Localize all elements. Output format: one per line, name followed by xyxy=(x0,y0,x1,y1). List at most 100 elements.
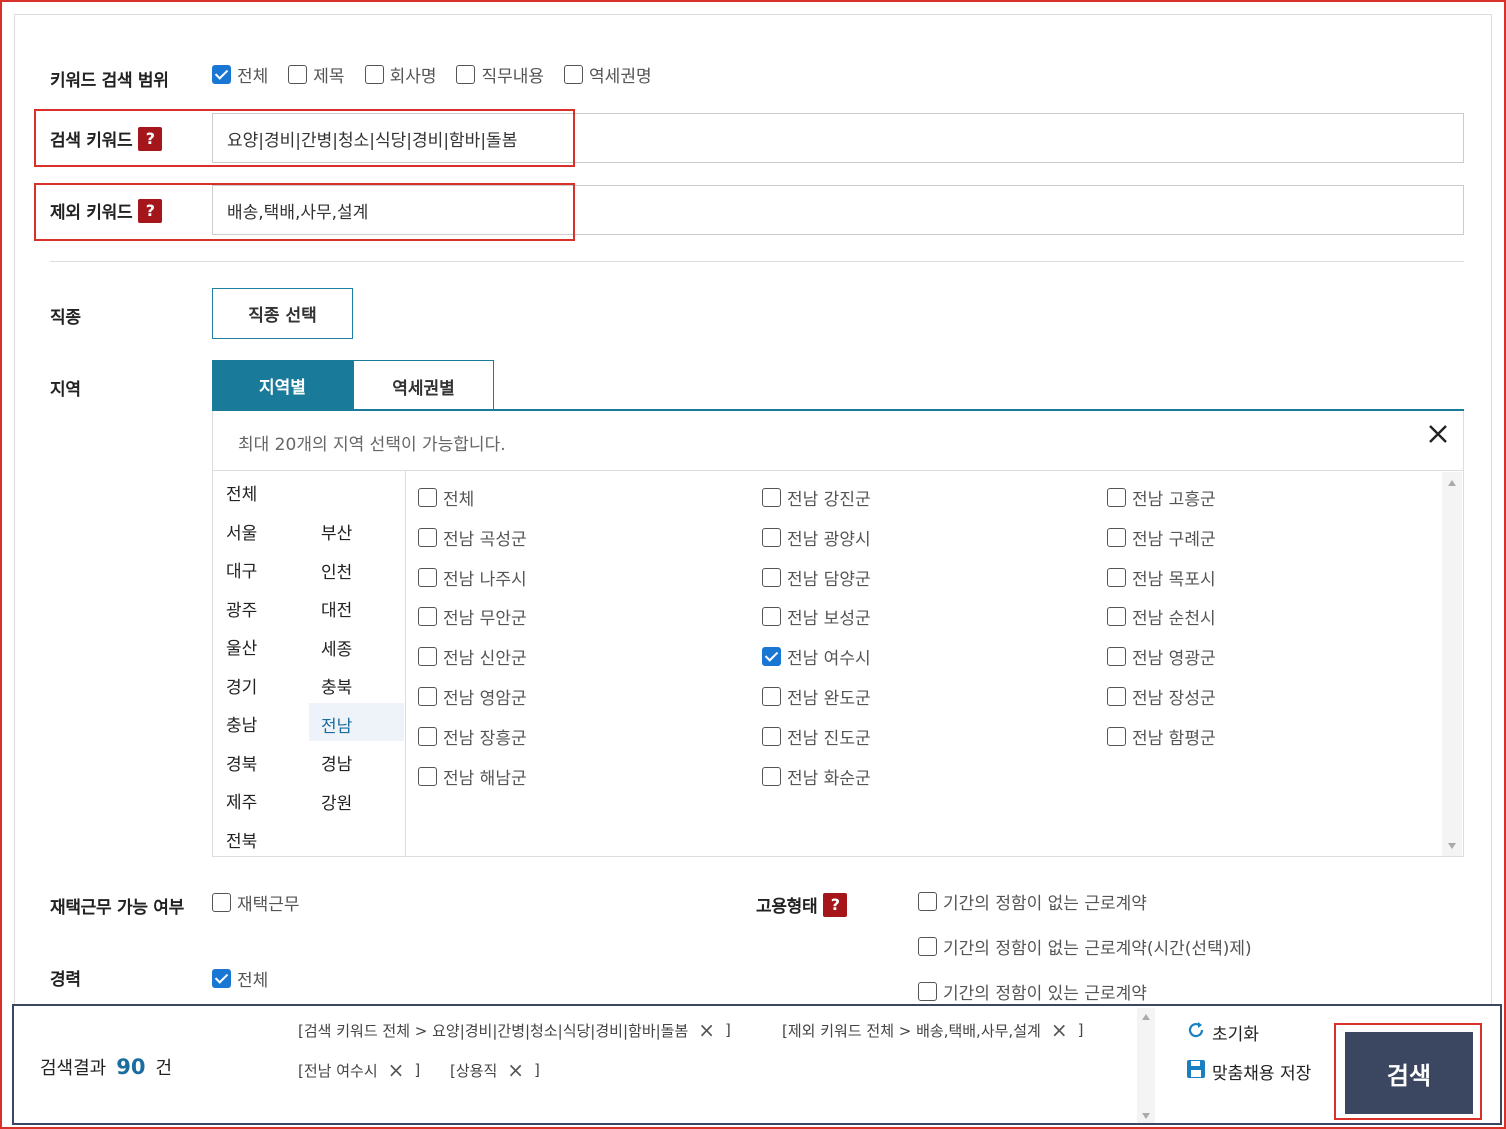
district-option[interactable]: 전남 곡성군 xyxy=(418,525,527,550)
scrollbar[interactable] xyxy=(1442,472,1462,856)
tab-station[interactable]: 역세권별 xyxy=(353,360,494,411)
checkbox[interactable] xyxy=(418,766,437,786)
province-item[interactable]: 강원 xyxy=(321,789,352,814)
help-icon[interactable]: ? xyxy=(823,892,848,917)
checkbox[interactable] xyxy=(418,726,437,746)
checkbox[interactable] xyxy=(762,527,781,547)
remote-option[interactable]: 재택근무 xyxy=(212,890,300,915)
province-item[interactable]: 경기 xyxy=(226,673,257,698)
scroll-down-icon[interactable] xyxy=(1448,843,1456,849)
checkbox[interactable] xyxy=(918,937,937,956)
checkbox[interactable] xyxy=(418,567,437,587)
district-option[interactable]: 전남 완도군 xyxy=(762,684,871,709)
province-item[interactable]: 충남 xyxy=(226,711,257,736)
scope-option-all[interactable]: 전체 xyxy=(212,62,268,87)
reset-button[interactable]: 초기화 xyxy=(1186,1020,1259,1045)
checkbox[interactable] xyxy=(418,488,437,507)
district-option[interactable]: 전남 영광군 xyxy=(1107,644,1216,669)
checkbox[interactable] xyxy=(1107,687,1126,706)
checkbox[interactable] xyxy=(762,607,781,627)
checkbox[interactable] xyxy=(288,65,308,84)
scroll-up-icon[interactable] xyxy=(1142,1014,1150,1020)
district-option[interactable]: 전남 보성군 xyxy=(762,604,871,629)
district-option[interactable]: 전남 진도군 xyxy=(762,724,871,749)
province-item[interactable]: 서울 xyxy=(226,519,257,544)
district-option[interactable]: 전체 xyxy=(418,485,474,510)
district-option[interactable]: 전남 나주시 xyxy=(418,565,527,590)
checkbox[interactable] xyxy=(212,65,231,84)
career-option-all[interactable]: 전체 xyxy=(212,966,268,991)
district-option[interactable]: 전남 함평군 xyxy=(1107,724,1216,749)
province-item[interactable]: 대전 xyxy=(321,596,352,621)
district-option[interactable]: 전남 장흥군 xyxy=(418,724,527,749)
province-item[interactable]: 대구 xyxy=(226,557,257,582)
district-option[interactable]: 전남 무안군 xyxy=(418,604,527,629)
scope-option-title[interactable]: 제목 xyxy=(288,62,345,87)
checkbox[interactable] xyxy=(918,892,937,911)
district-option[interactable]: 전남 화순군 xyxy=(762,764,871,789)
close-icon[interactable]: × xyxy=(388,1058,405,1082)
province-item[interactable]: 제주 xyxy=(226,788,257,813)
checkbox[interactable] xyxy=(212,893,231,912)
district-option[interactable]: 전남 구례군 xyxy=(1107,525,1216,550)
employment-option-indefinite[interactable]: 기간의 정함이 없는 근로계약 xyxy=(918,889,1147,914)
province-item[interactable]: 부산 xyxy=(321,519,352,544)
district-option[interactable]: 전남 담양군 xyxy=(762,565,871,590)
checkbox[interactable] xyxy=(762,488,781,507)
district-option[interactable]: 전남 신안군 xyxy=(418,644,527,669)
district-option[interactable]: 전남 여수시 xyxy=(762,644,871,669)
checkbox[interactable] xyxy=(762,766,781,786)
checkbox[interactable] xyxy=(762,647,781,667)
checkbox[interactable] xyxy=(1107,488,1126,507)
province-item[interactable]: 광주 xyxy=(226,596,257,621)
district-option[interactable]: 전남 광양시 xyxy=(762,525,871,550)
scope-option-duty[interactable]: 직무내용 xyxy=(456,62,544,87)
checkbox[interactable] xyxy=(456,65,476,84)
district-option[interactable]: 전남 해남군 xyxy=(418,764,527,789)
save-custom-button[interactable]: 맞춤채용 저장 xyxy=(1186,1059,1311,1084)
province-item[interactable]: 전북 xyxy=(226,827,257,852)
close-icon[interactable] xyxy=(1426,422,1450,446)
checkbox[interactable] xyxy=(418,607,437,627)
employment-option-indefinite-parttime[interactable]: 기간의 정함이 없는 근로계약(시간(선택)제) xyxy=(918,934,1252,959)
close-icon[interactable]: × xyxy=(1051,1018,1068,1042)
district-option[interactable]: 전남 강진군 xyxy=(762,485,871,510)
checkbox[interactable] xyxy=(762,567,781,587)
checkbox[interactable] xyxy=(418,687,437,706)
job-type-select-button[interactable]: 직종 선택 xyxy=(212,288,353,339)
province-item[interactable]: 경북 xyxy=(226,750,257,775)
checkbox[interactable] xyxy=(918,982,937,1001)
checkbox[interactable] xyxy=(364,65,384,84)
scope-option-company[interactable]: 회사명 xyxy=(364,62,436,87)
close-icon[interactable]: × xyxy=(698,1018,715,1042)
checkbox[interactable] xyxy=(418,527,437,547)
checkbox[interactable] xyxy=(1107,527,1126,547)
employment-option-fixed[interactable]: 기간의 정함이 있는 근로계약 xyxy=(918,979,1147,1004)
checkbox[interactable] xyxy=(1107,647,1126,667)
checkbox[interactable] xyxy=(564,65,584,84)
scope-option-station[interactable]: 역세권명 xyxy=(564,62,652,87)
province-item[interactable]: 충북 xyxy=(321,673,352,698)
checkbox[interactable] xyxy=(762,726,781,746)
province-item[interactable]: 울산 xyxy=(226,634,257,659)
close-icon[interactable]: × xyxy=(507,1058,524,1082)
district-option[interactable]: 전남 순천시 xyxy=(1107,604,1216,629)
province-item[interactable]: 전체 xyxy=(226,480,257,505)
province-item[interactable]: 세종 xyxy=(321,635,352,660)
scroll-down-icon[interactable] xyxy=(1142,1113,1150,1119)
district-option[interactable]: 전남 장성군 xyxy=(1107,684,1216,709)
district-option[interactable]: 전남 영암군 xyxy=(418,684,527,709)
checkbox[interactable] xyxy=(1107,567,1126,587)
province-item[interactable]: 경남 xyxy=(321,750,352,775)
checkbox[interactable] xyxy=(762,687,781,706)
checkbox[interactable] xyxy=(1107,726,1126,746)
checkbox[interactable] xyxy=(418,647,437,667)
tab-region[interactable]: 지역별 xyxy=(212,360,353,411)
checkbox[interactable] xyxy=(212,969,231,988)
scroll-up-icon[interactable] xyxy=(1448,480,1456,486)
district-option[interactable]: 전남 목포시 xyxy=(1107,565,1216,590)
scrollbar[interactable] xyxy=(1137,1008,1155,1123)
checkbox[interactable] xyxy=(1107,607,1126,627)
province-item[interactable]: 인천 xyxy=(321,558,352,583)
province-item[interactable]: 전남 xyxy=(321,712,352,737)
